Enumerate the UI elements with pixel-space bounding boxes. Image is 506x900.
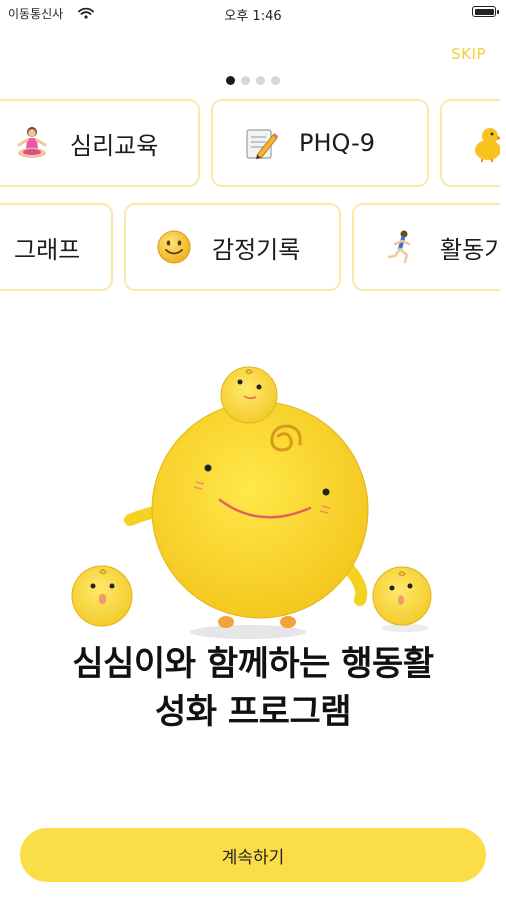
meditation-icon (12, 123, 52, 163)
feature-label: 그래프 (14, 235, 81, 264)
running-icon (382, 227, 422, 267)
memo-pencil-icon (241, 123, 281, 163)
feature-label: 활동기 (440, 235, 500, 264)
feature-card-chick (440, 99, 500, 187)
continue-button[interactable]: 계속하기 (20, 828, 486, 882)
feature-row-1: 심리교육 PHQ-9 (0, 98, 500, 192)
feature-label: 심리교육 (70, 131, 159, 160)
chick-icon (468, 123, 500, 163)
feature-row-2: 그래프 감정기록 활동기 (0, 202, 500, 296)
feature-card-psychoeducation: 심리교육 (0, 99, 200, 187)
headline-line-1: 심심이와 함께하는 행동활 (72, 644, 434, 684)
feature-card-emotion-log: 감정기록 (124, 203, 341, 291)
page-dot (256, 76, 265, 85)
feature-card-activity: 활동기 (352, 203, 500, 291)
feature-card-phq9: PHQ-9 (211, 99, 429, 187)
feature-card-graph: 그래프 (0, 203, 113, 291)
headline-line-2: 성화 프로그램 (154, 692, 352, 732)
page-dot (271, 76, 280, 85)
page-dot (226, 76, 235, 85)
feature-label: 감정기록 (212, 235, 301, 264)
smiley-icon (154, 227, 194, 267)
battery-icon (472, 6, 499, 17)
skip-button[interactable]: SKIP (451, 45, 486, 63)
onboarding-headline: 심심이와 함께하는 행동활 성화 프로그램 (0, 640, 506, 736)
page-indicator (0, 76, 506, 85)
feature-label: PHQ-9 (299, 129, 376, 157)
status-bar: 이동통신사 오후 1:46 (0, 0, 506, 28)
page-dot (241, 76, 250, 85)
mascot-illustration (60, 360, 450, 640)
status-time: 오후 1:46 (224, 9, 282, 24)
